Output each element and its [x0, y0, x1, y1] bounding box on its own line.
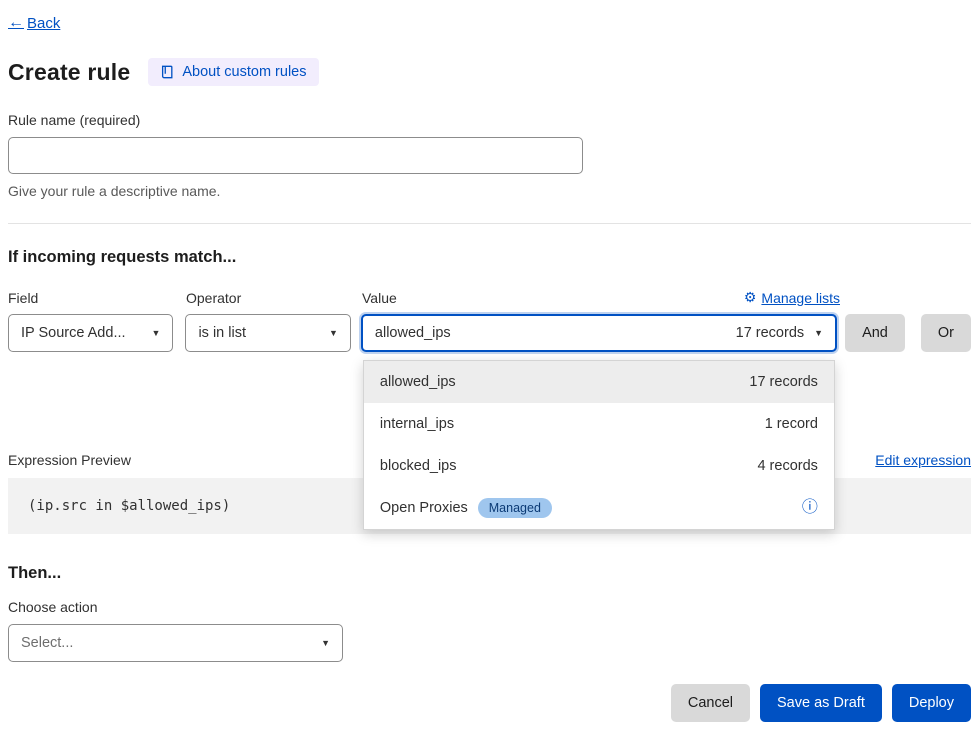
back-label: Back: [27, 15, 60, 32]
and-button[interactable]: And: [845, 314, 905, 352]
list-dropdown-menu: allowed_ips 17 records internal_ips 1 re…: [363, 360, 835, 530]
value-select[interactable]: allowed_ips 17 records ▼: [361, 314, 837, 352]
rule-name-label: Rule name (required): [8, 112, 971, 128]
footer-actions: Cancel Save as Draft Deploy: [8, 684, 971, 722]
book-icon: [160, 65, 174, 79]
manage-lists-label: Manage lists: [761, 290, 840, 306]
chevron-down-icon: ▼: [329, 328, 338, 338]
operator-label: Operator: [186, 290, 352, 306]
condition-row: IP Source Add... ▼ is in list ▼ allowed_…: [8, 314, 971, 352]
expression-code: (ip.src in $allowed_ips): [28, 498, 230, 514]
cancel-button[interactable]: Cancel: [671, 684, 750, 722]
chevron-down-icon: ▼: [152, 328, 161, 338]
list-item-internal-ips[interactable]: internal_ips 1 record: [364, 403, 834, 445]
back-link[interactable]: ← Back: [8, 14, 60, 32]
back-arrow-icon: ←: [8, 14, 24, 32]
value-select-value: allowed_ips: [375, 325, 451, 341]
list-item-name: internal_ips: [380, 416, 454, 432]
value-select-wrapper: allowed_ips 17 records ▼ allowed_ips 17 …: [361, 314, 837, 352]
value-label: Value: [362, 290, 397, 306]
value-select-meta: 17 records: [736, 325, 805, 341]
page-title: Create rule: [8, 59, 130, 86]
list-item-allowed-ips[interactable]: allowed_ips 17 records: [364, 361, 834, 403]
action-select-placeholder: Select...: [21, 635, 73, 651]
managed-badge: Managed: [478, 498, 552, 518]
field-select-value: IP Source Add...: [21, 325, 126, 341]
edit-expression-link[interactable]: Edit expression: [875, 452, 971, 468]
list-item-meta: 1 record: [765, 416, 818, 432]
about-custom-rules-link[interactable]: About custom rules: [148, 58, 318, 86]
gear-icon: ⚙: [744, 289, 757, 306]
operator-select-value: is in list: [198, 325, 246, 341]
condition-labels-row: Field Operator Value ⚙ Manage lists: [8, 289, 971, 306]
operator-select[interactable]: is in list ▼: [185, 314, 350, 352]
list-item-name: Open Proxies: [380, 500, 468, 516]
choose-action-label: Choose action: [8, 599, 971, 615]
save-as-draft-button[interactable]: Save as Draft: [760, 684, 882, 722]
chevron-down-icon: ▼: [321, 638, 330, 648]
info-icon[interactable]: ⓘ: [802, 500, 818, 516]
list-item-blocked-ips[interactable]: blocked_ips 4 records: [364, 445, 834, 487]
then-section-heading: Then...: [8, 564, 971, 583]
section-divider: [8, 223, 971, 224]
list-item-meta: 17 records: [749, 374, 818, 390]
title-row: Create rule About custom rules: [8, 58, 971, 86]
expression-preview-label: Expression Preview: [8, 452, 131, 468]
create-rule-page: ← Back Create rule About custom rules Ru…: [0, 0, 979, 722]
field-select[interactable]: IP Source Add... ▼: [8, 314, 173, 352]
list-item-name: allowed_ips: [380, 374, 456, 390]
list-item-open-proxies[interactable]: Open Proxies Managed ⓘ: [364, 487, 834, 529]
list-item-meta: 4 records: [757, 458, 817, 474]
deploy-button[interactable]: Deploy: [892, 684, 971, 722]
rule-name-input[interactable]: [8, 137, 583, 174]
chevron-down-icon: ▼: [814, 328, 823, 338]
about-custom-rules-label: About custom rules: [182, 64, 306, 80]
manage-lists-link[interactable]: ⚙ Manage lists: [744, 289, 840, 306]
list-item-name: blocked_ips: [380, 458, 457, 474]
rule-name-help: Give your rule a descriptive name.: [8, 183, 971, 199]
action-select[interactable]: Select... ▼: [8, 624, 343, 662]
match-section-heading: If incoming requests match...: [8, 248, 971, 267]
or-button[interactable]: Or: [921, 314, 971, 352]
field-label: Field: [8, 290, 174, 306]
